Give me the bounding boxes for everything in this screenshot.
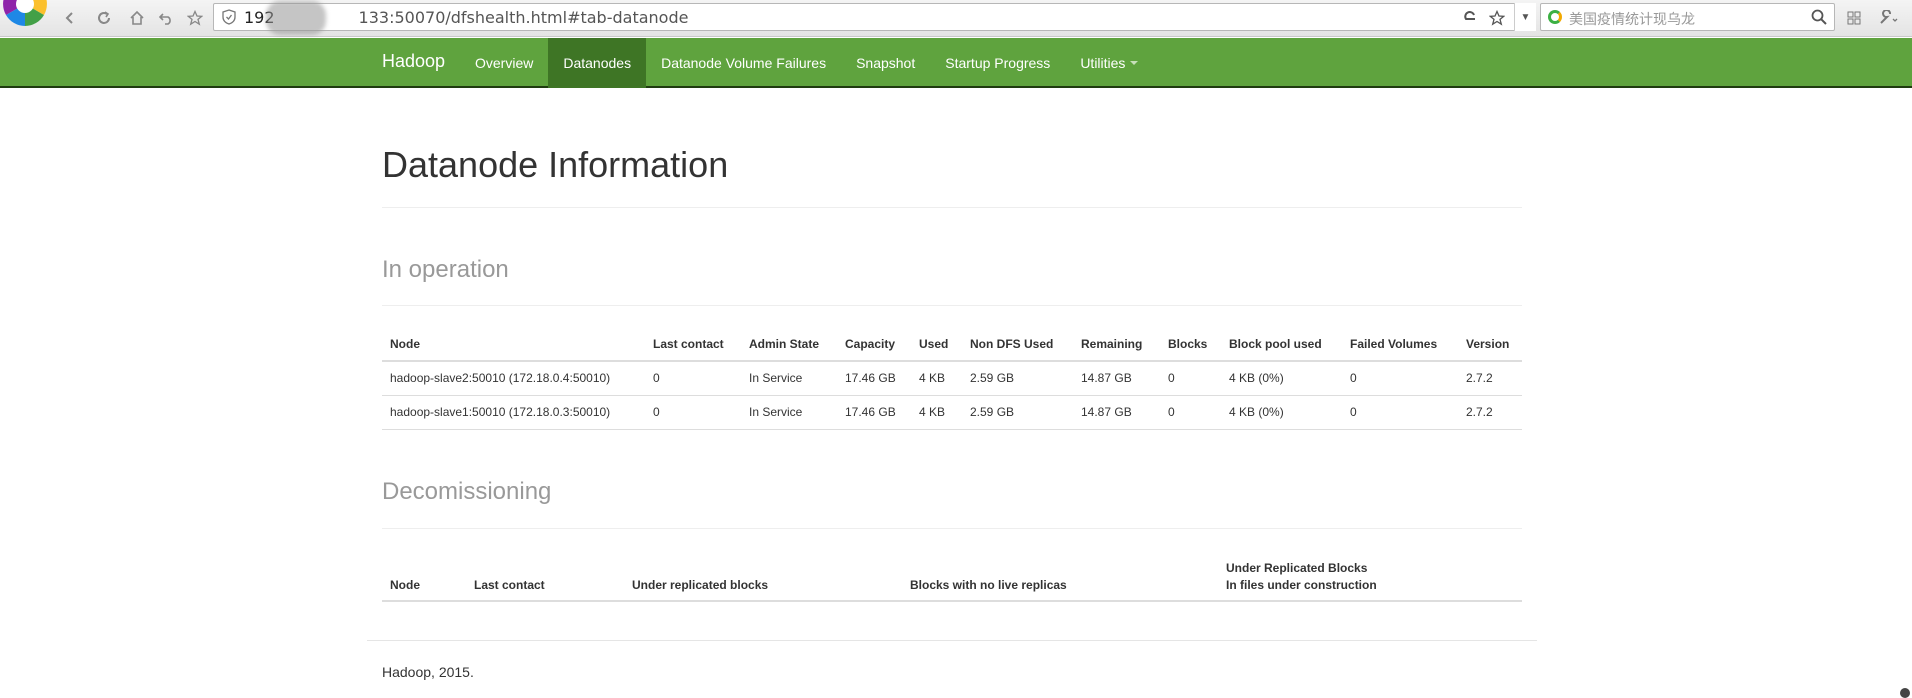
cell-version: 2.7.2 [1458,361,1522,396]
cell-used: 4 KB [911,361,962,396]
tab-utilities[interactable]: Utilities [1065,38,1153,88]
bookmark-star-icon[interactable] [1486,7,1508,29]
hadoop-navbar: Hadoop Overview Datanodes Datanode Volum… [0,38,1912,88]
scroll-indicator[interactable] [1900,688,1910,698]
favorite-star-icon[interactable] [182,5,208,31]
search-input[interactable]: 美国疫情统计现乌龙 [1569,9,1695,29]
tab-datanodes[interactable]: Datanodes [548,38,647,88]
home-icon[interactable] [124,5,150,31]
cell-blocks: 0 [1160,361,1221,396]
decomissioning-heading: Decomissioning [382,478,552,505]
cell-non-dfs-used: 2.59 GB [962,361,1073,396]
col-node[interactable]: Node [382,553,466,602]
col-used[interactable]: Used [911,328,962,362]
tab-overview[interactable]: Overview [460,38,548,88]
col-remaining[interactable]: Remaining [1073,328,1160,362]
cell-last-contact: 0 [645,361,741,396]
col-block-pool-used[interactable]: Block pool used [1221,328,1342,362]
redacted-blur [266,1,326,35]
cell-admin-state: In Service [741,361,837,396]
col-under-replicated-line2: In files under construction [1226,578,1377,592]
tab-startup-progress[interactable]: Startup Progress [930,38,1065,88]
col-failed-volumes[interactable]: Failed Volumes [1342,328,1458,362]
col-under-replicated-line1: Under Replicated Blocks [1226,561,1368,575]
col-version[interactable]: Version [1458,328,1522,362]
divider [382,528,1522,529]
cell-node: hadoop-slave2:50010 (172.18.0.4:50010) [382,361,645,396]
table-header-row: Node Last contact Under replicated block… [382,553,1522,602]
back-icon[interactable] [57,5,83,31]
col-capacity[interactable]: Capacity [837,328,911,362]
cell-admin-state: In Service [741,395,837,430]
cell-failed-volumes: 0 [1342,395,1458,430]
col-under-replicated-blocks[interactable]: Under replicated blocks [624,553,902,602]
cell-block-pool-used: 4 KB (0%) [1221,395,1342,430]
divider [382,207,1522,208]
browser-toolbar: 192 133:50070/dfshealth.html#tab-datanode… [0,0,1912,37]
footer-text: Hadoop, 2015. [382,664,474,680]
col-last-contact[interactable]: Last contact [645,328,741,362]
refresh-icon[interactable] [91,5,117,31]
col-last-contact[interactable]: Last contact [466,553,624,602]
cell-version: 2.7.2 [1458,395,1522,430]
cell-capacity: 17.46 GB [837,361,911,396]
col-non-dfs-used[interactable]: Non DFS Used [962,328,1073,362]
address-bar[interactable]: 192 133:50070/dfshealth.html#tab-datanode [213,1,1535,35]
nav-tabs: Overview Datanodes Datanode Volume Failu… [460,38,1153,88]
undo-icon[interactable] [153,5,179,31]
in-operation-heading: In operation [382,256,509,283]
table-header-row: Node Last contact Admin State Capacity U… [382,328,1522,362]
divider [382,305,1522,306]
url-path: 133:50070/dfshealth.html#tab-datanode [358,8,689,27]
col-admin-state[interactable]: Admin State [741,328,837,362]
cell-node: hadoop-slave1:50010 (172.18.0.3:50010) [382,395,645,430]
tab-snapshot[interactable]: Snapshot [841,38,930,88]
tab-datanode-volume-failures[interactable]: Datanode Volume Failures [646,38,841,88]
search-engine-icon [1548,10,1562,24]
url-dropdown-icon[interactable]: ▼ [1514,3,1536,31]
table-row: hadoop-slave2:50010 (172.18.0.4:50010) 0… [382,361,1522,396]
cell-failed-volumes: 0 [1342,361,1458,396]
page-title: Datanode Information [382,144,729,185]
shield-icon [222,9,236,25]
search-box[interactable]: 美国疫情统计现乌龙 [1540,3,1835,31]
cell-blocks: 0 [1160,395,1221,430]
cell-used: 4 KB [911,395,962,430]
footer-divider [367,640,1537,641]
caret-down-icon [1130,61,1139,65]
navbar-brand[interactable]: Hadoop [382,51,445,72]
search-icon[interactable] [1810,8,1828,26]
cell-last-contact: 0 [645,395,741,430]
cell-non-dfs-used: 2.59 GB [962,395,1073,430]
tools-wrench-icon[interactable] [1876,6,1900,30]
cell-remaining: 14.87 GB [1073,361,1160,396]
col-blocks[interactable]: Blocks [1160,328,1221,362]
ie-mode-icon[interactable] [1459,7,1481,29]
col-node[interactable]: Node [382,328,645,362]
cell-capacity: 17.46 GB [837,395,911,430]
decomissioning-table: Node Last contact Under replicated block… [382,553,1522,602]
col-blocks-no-live-replicas[interactable]: Blocks with no live replicas [902,553,1218,602]
datanode-table: Node Last contact Admin State Capacity U… [382,328,1522,430]
table-row: hadoop-slave1:50010 (172.18.0.3:50010) 0… [382,395,1522,430]
cell-remaining: 14.87 GB [1073,395,1160,430]
cell-block-pool-used: 4 KB (0%) [1221,361,1342,396]
grid-apps-icon[interactable] [1842,6,1866,30]
browser-logo-icon[interactable] [0,0,50,32]
col-under-replicated-in-construction[interactable]: Under Replicated Blocks In files under c… [1218,553,1522,602]
